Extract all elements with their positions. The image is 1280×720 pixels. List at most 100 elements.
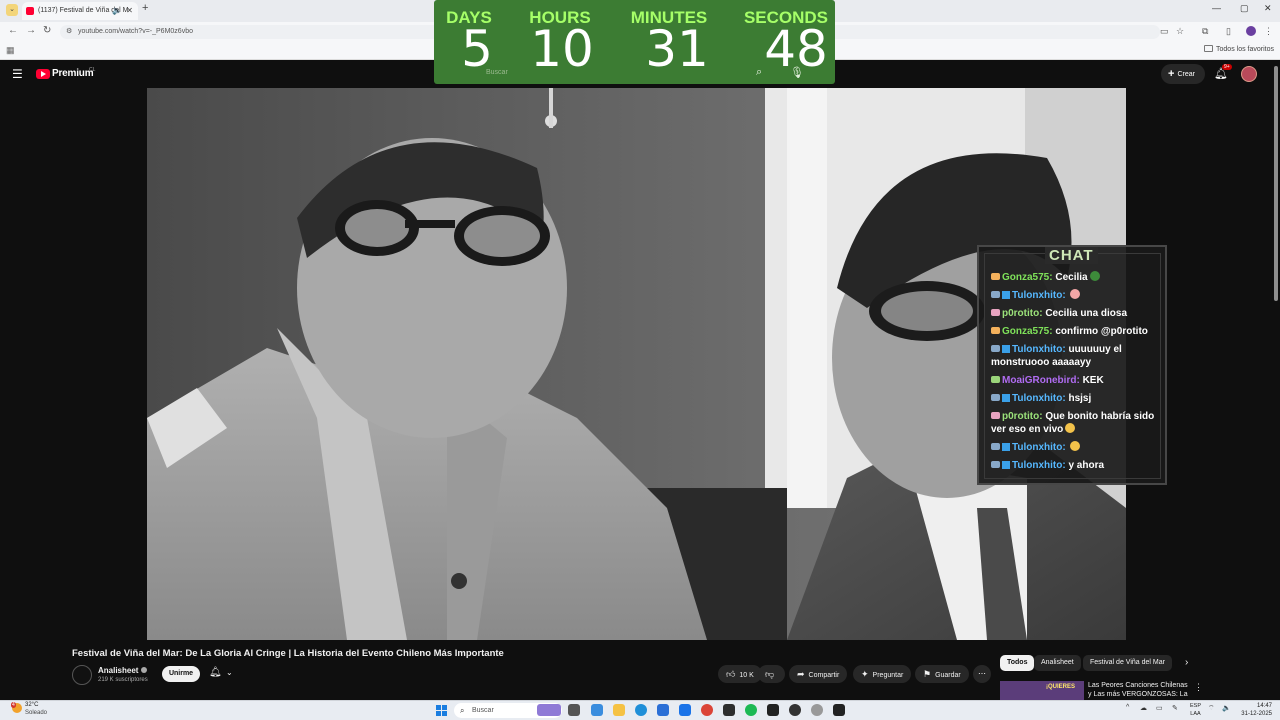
app-icon-dark[interactable] bbox=[767, 704, 779, 716]
browser-menu-icon[interactable]: ⋮ bbox=[1264, 26, 1273, 37]
site-info-icon[interactable]: ⚙ bbox=[66, 25, 72, 39]
tray-cloud-icon[interactable]: ☁ bbox=[1140, 704, 1147, 712]
chat-username[interactable]: Tulonxhito bbox=[1012, 393, 1062, 404]
apps-grid-icon[interactable]: ▦ bbox=[6, 45, 15, 56]
chat-username[interactable]: p0rotito bbox=[1002, 308, 1039, 319]
app-icon-gray[interactable] bbox=[811, 704, 823, 716]
scrollbar-thumb[interactable] bbox=[1274, 66, 1278, 301]
task-view-icon[interactable] bbox=[568, 704, 580, 716]
related-video-thumbnail[interactable]: ¡QUIERES bbox=[1000, 681, 1084, 700]
reload-icon[interactable]: ↻ bbox=[43, 25, 51, 36]
create-button[interactable]: + Crear bbox=[1161, 64, 1205, 84]
chat-emote-icon bbox=[1089, 271, 1100, 281]
account-avatar[interactable] bbox=[1241, 66, 1257, 82]
browser-tab-active[interactable]: (1137) Festival de Viña del M 🔈 ✕ bbox=[22, 2, 138, 20]
chat-text: confirmo @p0rotito bbox=[1055, 326, 1148, 337]
forward-icon[interactable]: → bbox=[26, 25, 36, 36]
subscription-bell-icon[interactable]: 🔔︎ bbox=[209, 667, 222, 678]
chrome-icon[interactable] bbox=[701, 704, 713, 716]
join-button[interactable]: Unirme bbox=[162, 666, 200, 682]
app-icon-circle[interactable] bbox=[789, 704, 801, 716]
app-icon-terminal2[interactable] bbox=[833, 704, 845, 716]
chip-todos[interactable]: Todos bbox=[1000, 655, 1035, 671]
chat-username[interactable]: Gonza575 bbox=[1002, 272, 1049, 283]
ask-button[interactable]: ✦ Preguntar bbox=[853, 665, 912, 683]
sidepanel-icon[interactable]: ▯ bbox=[1226, 26, 1231, 37]
channel-name[interactable]: Analisheet bbox=[98, 666, 148, 675]
file-explorer-icon[interactable] bbox=[613, 704, 625, 716]
new-tab-button[interactable]: + bbox=[142, 2, 148, 14]
tray-pen-icon[interactable]: ✎ bbox=[1172, 704, 1178, 712]
spotify-icon[interactable] bbox=[745, 704, 757, 716]
mail-icon[interactable] bbox=[679, 704, 691, 716]
search-icon[interactable]: ⌕ bbox=[756, 66, 762, 79]
tray-battery-icon[interactable]: ▭ bbox=[1156, 704, 1163, 712]
chat-username[interactable]: Tulonxhito bbox=[1012, 344, 1062, 355]
widgets-icon[interactable] bbox=[537, 704, 561, 716]
chat-username[interactable]: Tulonxhito bbox=[1012, 290, 1062, 301]
chat-message: Gonza575: confirmo @p0rotito bbox=[991, 325, 1161, 338]
chip-festival-vina[interactable]: Festival de Viña del Mar bbox=[1083, 655, 1172, 671]
terminal-icon[interactable] bbox=[723, 704, 735, 716]
windows-start-icon[interactable] bbox=[436, 705, 447, 716]
wifi-icon[interactable]: ⌔ bbox=[1208, 704, 1215, 713]
chat-title: CHAT bbox=[1045, 247, 1098, 264]
dislike-button[interactable]: 👎︎ bbox=[758, 665, 786, 683]
youtube-brand[interactable]: Premium bbox=[52, 68, 94, 79]
copilot-icon[interactable] bbox=[591, 704, 603, 716]
tab-close-icon[interactable]: ✕ bbox=[126, 2, 133, 20]
share-button[interactable]: ➦ Compartir bbox=[789, 665, 848, 683]
chevron-down-icon[interactable]: ⌄ bbox=[226, 668, 233, 677]
chat-text: Cecilia una diosa bbox=[1045, 308, 1128, 319]
chip-analisheet[interactable]: Analisheet bbox=[1034, 655, 1081, 671]
more-actions-icon[interactable]: ⋯ bbox=[973, 665, 991, 683]
tab-search-icon[interactable]: ⌄ bbox=[6, 4, 18, 16]
thumbs-up-icon: 👍︎ bbox=[726, 669, 736, 679]
chat-username[interactable]: Gonza575 bbox=[1002, 326, 1049, 337]
share-label: Compartir bbox=[808, 672, 840, 679]
lang-bottom: LAA bbox=[1190, 711, 1201, 717]
related-more-icon[interactable]: ⋮ bbox=[1194, 682, 1203, 693]
chat-message: Tulonxhito: y ahora bbox=[991, 459, 1161, 472]
save-button[interactable]: ⚑ Guardar bbox=[915, 665, 969, 683]
channel-avatar[interactable] bbox=[72, 665, 92, 685]
chat-message: Tulonxhito: hsjsj bbox=[991, 392, 1161, 405]
youtube-logo-icon[interactable] bbox=[36, 69, 50, 79]
tab-audio-icon[interactable]: 🔈 bbox=[112, 2, 122, 20]
browser-profile-avatar[interactable] bbox=[1246, 26, 1256, 36]
video-title: Festival de Viña del Mar: De La Gloria A… bbox=[72, 648, 504, 659]
bookmark-star-icon[interactable]: ☆ bbox=[1176, 26, 1184, 37]
cast-icon[interactable]: ▭ bbox=[1160, 26, 1169, 37]
weather-temperature[interactable]: 32°C bbox=[25, 702, 38, 708]
store-icon[interactable] bbox=[657, 704, 669, 716]
search-input[interactable]: Buscar bbox=[486, 69, 508, 76]
minimize-button[interactable]: — bbox=[1212, 3, 1221, 13]
ask-label: Preguntar bbox=[872, 672, 904, 679]
maximize-button[interactable]: ▢ bbox=[1240, 3, 1249, 14]
tray-expand-icon[interactable]: ^ bbox=[1126, 704, 1129, 711]
chat-username[interactable]: MoaiGRonebird bbox=[1002, 375, 1076, 386]
chat-separator: : bbox=[1062, 442, 1069, 453]
edge-icon[interactable] bbox=[635, 704, 647, 716]
chat-username[interactable]: Tulonxhito bbox=[1012, 460, 1062, 471]
like-button[interactable]: 👍︎ 10 K bbox=[718, 665, 762, 683]
close-window-button[interactable]: ✕ bbox=[1264, 3, 1272, 14]
chevron-right-icon[interactable]: › bbox=[1185, 657, 1188, 668]
volume-icon[interactable]: 🔈 bbox=[1222, 704, 1231, 712]
microphone-icon[interactable]: 🎙︎ bbox=[790, 66, 804, 79]
chat-badge-icon bbox=[991, 376, 1000, 383]
clock-time: 14:47 bbox=[1256, 703, 1272, 709]
verified-icon bbox=[141, 667, 148, 673]
back-icon[interactable]: ← bbox=[8, 25, 18, 36]
clock[interactable]: 14:47 31-12-2025 bbox=[1240, 702, 1272, 718]
related-video-title[interactable]: Las Peores Canciones Chilenas y Las más … bbox=[1088, 681, 1188, 700]
all-bookmarks-folder[interactable]: Todos los favoritos bbox=[1204, 45, 1274, 53]
extensions-icon[interactable]: ⧉ bbox=[1202, 26, 1208, 37]
input-language[interactable]: ESP LAA bbox=[1190, 702, 1201, 718]
chat-username[interactable]: Tulonxhito bbox=[1012, 442, 1062, 453]
chat-username[interactable]: p0rotito bbox=[1002, 411, 1039, 422]
menu-icon[interactable]: ☰ bbox=[12, 67, 23, 81]
page-scrollbar[interactable] bbox=[1272, 60, 1280, 700]
weather-description[interactable]: Soleado bbox=[25, 710, 47, 716]
chat-emote-icon bbox=[1070, 441, 1081, 451]
